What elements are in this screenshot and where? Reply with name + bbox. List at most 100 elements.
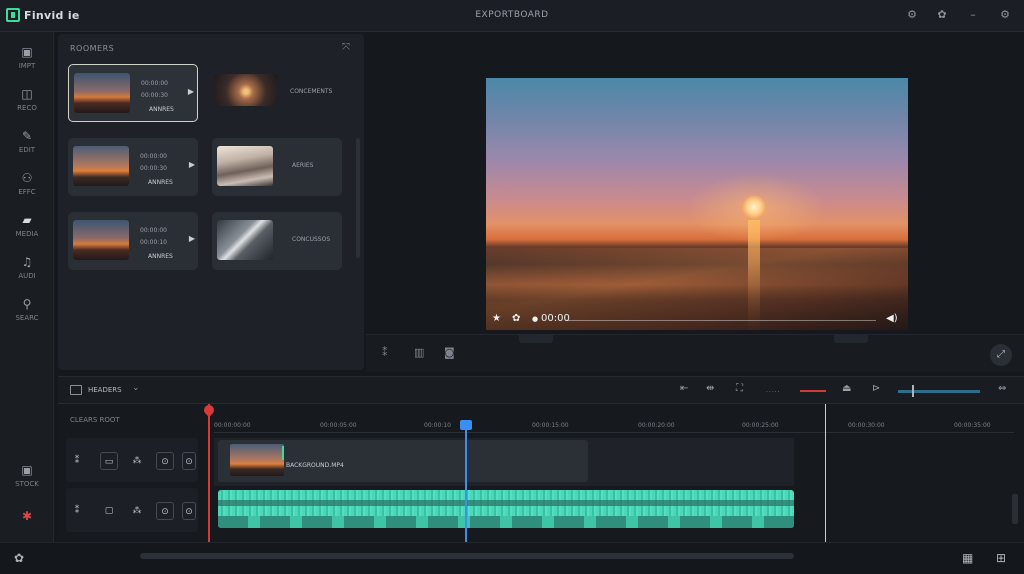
grid-icon[interactable]: ⊞ <box>996 551 1006 565</box>
resize-tab[interactable] <box>834 335 868 343</box>
media-name: CONCEMENTS <box>290 88 333 95</box>
minimize-icon[interactable]: – <box>966 8 980 22</box>
timeline-select-icon[interactable] <box>70 385 82 395</box>
render-icon[interactable]: ▥ <box>414 346 424 359</box>
scrub-bar[interactable] <box>566 320 876 321</box>
sun <box>742 195 766 219</box>
visibility-icon[interactable]: ⊙ <box>156 452 174 470</box>
media-thumbnail <box>217 146 273 186</box>
media-scrollbar[interactable] <box>356 138 360 258</box>
media-card[interactable]: 00:00:00 00:00:30 ANNRES ▶ <box>68 64 198 122</box>
resize-tab[interactable] <box>519 335 553 343</box>
lock-icon[interactable]: ▭ <box>100 452 118 470</box>
lock-icon[interactable]: ▢ <box>100 502 118 520</box>
fit-icon[interactable]: ⇔ <box>998 383 1006 394</box>
title-bar: Fi̇nvid ie EXPORTBOARD ⚙ ✿ – ⚙ <box>0 0 1024 32</box>
time-ruler[interactable]: 00:00:00:00 00:00:05:00 00:00:10 00:00:1… <box>214 418 1014 432</box>
undo-icon[interactable]: ⇤ <box>680 383 688 394</box>
mic-icon[interactable]: ⏏ <box>842 383 851 394</box>
ruler-line <box>214 432 1014 433</box>
playhead-handle[interactable] <box>460 420 472 430</box>
marker-icon[interactable]: ◙ <box>444 346 455 359</box>
mute-icon[interactable]: ⁂ <box>128 502 146 520</box>
in-point-handle[interactable] <box>201 402 217 418</box>
split-icon[interactable]: ⇹ <box>706 383 714 394</box>
sidebar-item-edit[interactable]: ✎ EDIT <box>0 128 54 168</box>
in-point-line[interactable] <box>208 404 210 542</box>
media-panel: ROOMERS ⤧ 00:00:00 00:00:30 ANNRES ▶ CON… <box>58 34 364 370</box>
media-card[interactable]: 00:00:00 00:00:30 ANNRES ▶ <box>68 138 198 196</box>
media-thumbnail <box>217 220 273 260</box>
timeline-name[interactable]: HEADERS <box>88 386 122 394</box>
sidebar-item-search[interactable]: ⚲ SEARC <box>0 296 54 336</box>
zoom-slider-handle[interactable] <box>912 385 914 397</box>
project-title: EXPORTBOARD <box>475 10 549 20</box>
media-thumbnail <box>73 146 129 186</box>
sidebar-item-label: EDIT <box>18 146 36 154</box>
timeline-horizontal-scrollbar[interactable] <box>140 553 794 559</box>
crop-icon[interactable]: ⛶ <box>736 383 743 394</box>
track-settings-icon[interactable]: ⊙ <box>182 502 196 520</box>
audio-track-icon: ⁑ <box>74 506 80 516</box>
footer-bar: ✿ ▦ ⊞ <box>0 542 1024 574</box>
sidebar-item-record[interactable]: ◫ RECO <box>0 86 54 126</box>
mute-icon[interactable]: ⁂ <box>128 452 146 470</box>
settings-icon[interactable]: ✿ <box>14 551 24 565</box>
media-name: AERIES <box>292 162 314 169</box>
folder-icon: ▰ <box>22 213 32 227</box>
video-track-header: ⁑ ▭ ⁂ ⊙ ⊙ <box>66 438 198 482</box>
media-card[interactable]: AERIES <box>212 138 342 196</box>
search-icon: ⚲ <box>22 297 32 311</box>
settings-icon[interactable]: ✿ <box>512 313 520 324</box>
sidebar-item-label: EFFC <box>18 188 36 196</box>
media-length: 00:00:10 <box>140 239 167 246</box>
ruler-tick: 00:00:15:00 <box>532 422 569 429</box>
timeline-toolbar: HEADERS ⌄ ⇤ ⇹ ⛶ ····· ⏏ ⊳ ⇔ <box>58 376 1024 404</box>
playhead-line[interactable] <box>465 422 467 542</box>
track-settings-icon[interactable]: ⊙ <box>182 452 196 470</box>
record-level-bar <box>800 390 826 392</box>
help-icon[interactable]: ✿ <box>935 8 949 22</box>
play-icon[interactable]: ▶ <box>189 234 195 243</box>
audio-clip[interactable] <box>218 490 794 528</box>
settings-icon[interactable]: ⚙ <box>905 8 919 22</box>
media-thumbnail <box>214 74 278 106</box>
ruler-tick: 00:00:20:00 <box>638 422 675 429</box>
audio-waveform <box>218 500 794 506</box>
volume-icon[interactable]: ◀) <box>886 313 898 324</box>
audio-track-header: ⁑ ▢ ⁂ ⊙ ⊙ <box>66 488 198 532</box>
media-card[interactable]: CONCUSSOS <box>212 212 342 270</box>
editor-window: Fi̇nvid ie EXPORTBOARD ⚙ ✿ – ⚙ ▣ IMPT ◫ … <box>0 0 1024 574</box>
media-thumbnail <box>73 220 129 260</box>
media-card[interactable]: CONCEMENTS <box>210 64 360 122</box>
sidebar-item-stock[interactable]: ▣ STOCK <box>0 462 54 502</box>
ruler-tick: 00:00:30:00 <box>848 422 885 429</box>
calendar-icon[interactable]: ▦ <box>962 551 973 565</box>
media-name: CONCUSSOS <box>292 236 331 243</box>
zoom-slider[interactable] <box>898 390 980 393</box>
chevron-down-icon[interactable]: ⌄ <box>132 383 140 393</box>
play-icon[interactable]: ▶ <box>189 160 195 169</box>
ruler-tick: 00:00:35:00 <box>954 422 991 429</box>
expand-icon[interactable]: ⤧ <box>342 42 350 53</box>
fullscreen-button[interactable]: ⤢ <box>990 344 1012 366</box>
close-icon[interactable]: ⚙ <box>998 8 1012 22</box>
play-icon[interactable]: ● <box>532 315 538 323</box>
timeline-vertical-scrollbar[interactable] <box>1012 494 1018 524</box>
end-marker[interactable] <box>825 404 826 542</box>
sidebar-item-import[interactable]: ▣ IMPT <box>0 44 54 84</box>
timecode: 00:00 <box>541 313 570 324</box>
bookmark-icon[interactable]: ★ <box>492 313 501 324</box>
video-preview[interactable]: ★ ✿ ● 00:00 ◀) <box>486 78 908 330</box>
media-card[interactable]: 00:00:00 00:00:10 ANNRES ▶ <box>68 212 198 270</box>
visibility-icon[interactable]: ⊙ <box>156 502 174 520</box>
sidebar-item-media[interactable]: ▰ MEDIA <box>0 212 54 252</box>
sidebar-item-audio[interactable]: ♫ AUDI <box>0 254 54 294</box>
play-icon[interactable]: ▶ <box>188 87 194 96</box>
video-clip[interactable]: BACKGROUND.MP4 <box>218 440 588 482</box>
sidebar-item-label: STOCK <box>15 480 39 488</box>
brand-logo-icon: ✱ <box>21 509 33 523</box>
sidebar-item-effects[interactable]: ⚇ EFFC <box>0 170 54 210</box>
snapshot-icon[interactable]: ⁑ <box>382 346 388 359</box>
snap-icon[interactable]: ⊳ <box>872 383 880 394</box>
